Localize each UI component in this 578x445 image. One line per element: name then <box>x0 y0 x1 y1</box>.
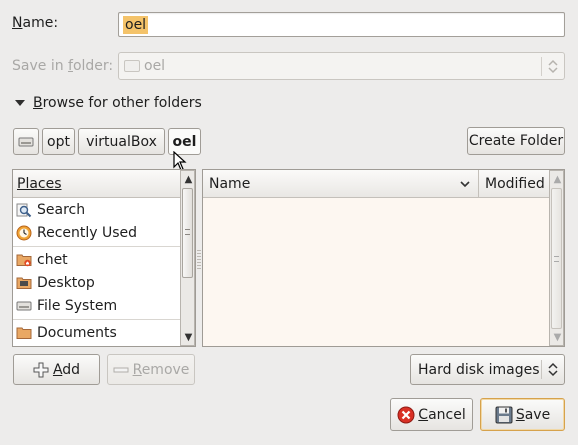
remove-label: Remove <box>132 361 190 378</box>
mouse-cursor-icon <box>173 151 187 171</box>
place-label: Search <box>37 201 86 218</box>
files-scrollbar[interactable]: ▲ ▼ <box>549 170 564 346</box>
remove-button[interactable]: Remove <box>107 354 195 385</box>
scrollbar-grip-icon <box>554 256 559 262</box>
files-header: Name Modified <box>203 170 549 198</box>
plus-icon <box>33 362 49 377</box>
list-item[interactable]: Search <box>13 198 85 221</box>
cancel-icon <box>397 406 415 423</box>
scroll-down-icon[interactable]: ▼ <box>550 330 564 344</box>
name-field[interactable]: oel <box>118 12 565 37</box>
list-item[interactable]: chet <box>13 248 68 271</box>
save-in-folder-value: oel <box>144 58 166 74</box>
drive-icon <box>15 298 33 314</box>
name-column-header[interactable]: Name <box>203 170 479 198</box>
path-root-button[interactable] <box>13 128 39 155</box>
save-button[interactable]: Save <box>480 398 565 431</box>
scroll-up-icon[interactable]: ▲ <box>550 172 564 186</box>
places-header[interactable]: Places <box>13 170 180 198</box>
places-panel[interactable]: Places Search Recently Used chet Desktop… <box>12 169 196 347</box>
places-separator <box>13 246 181 247</box>
drive-icon <box>18 137 34 146</box>
places-scrollbar[interactable]: ▲ ▼ <box>180 170 195 346</box>
place-label: chet <box>37 251 68 268</box>
path-button-oel-label: oel <box>172 133 197 150</box>
cancel-label: Cancel <box>418 406 466 423</box>
path-button-virtualbox[interactable]: virtualBox <box>78 128 165 155</box>
scroll-down-icon[interactable]: ▼ <box>181 330 195 344</box>
folder-icon <box>124 60 140 72</box>
places-header-label: Places <box>17 175 62 192</box>
add-label: Add <box>52 361 81 378</box>
place-label: Documents <box>37 324 117 341</box>
expander-down-icon <box>15 100 25 106</box>
save-in-folder-combo[interactable]: oel <box>118 52 565 80</box>
browse-label: Browse for other folders <box>33 95 202 111</box>
create-folder-button[interactable]: Create Folder <box>467 127 565 155</box>
desktop-icon <box>15 275 33 291</box>
list-item[interactable]: Recently Used <box>13 221 137 244</box>
files-panel[interactable]: Name Modified ▲ ▼ <box>202 169 565 347</box>
path-button-opt-label: opt <box>47 133 70 150</box>
scrollbar-grip-icon <box>185 229 190 235</box>
updown-arrows-icon <box>548 362 558 377</box>
place-label: File System <box>37 297 118 314</box>
list-item[interactable]: Documents <box>13 321 117 344</box>
modified-column-label: Modified <box>485 176 545 192</box>
place-label: Recently Used <box>37 224 138 241</box>
search-icon <box>15 202 33 218</box>
save-label: Save <box>515 406 551 423</box>
save-in-folder-label: Save in folder: <box>12 58 114 74</box>
home-folder-icon <box>15 252 33 268</box>
recent-icon <box>15 225 33 241</box>
browse-expander[interactable]: Browse for other folders <box>14 95 202 111</box>
name-label: Name: <box>12 15 59 31</box>
updown-arrows-icon <box>548 59 558 74</box>
list-item[interactable]: File System <box>13 294 117 317</box>
filter-value: Hard disk images <box>418 361 540 378</box>
chevron-down-icon <box>460 181 470 188</box>
combo-divider <box>541 57 542 76</box>
pane-divider[interactable] <box>197 250 201 270</box>
add-button[interactable]: Add <box>13 354 100 385</box>
filter-combo[interactable]: Hard disk images <box>410 354 565 385</box>
minus-icon <box>113 367 129 372</box>
scroll-up-icon[interactable]: ▲ <box>181 172 195 186</box>
path-button-opt[interactable]: opt <box>42 128 75 155</box>
name-column-label: Name <box>209 176 251 192</box>
cancel-button[interactable]: Cancel <box>390 398 473 431</box>
list-item[interactable]: Desktop <box>13 271 95 294</box>
modified-column-header[interactable]: Modified <box>480 170 549 198</box>
place-label: Desktop <box>37 274 95 291</box>
floppy-save-icon <box>495 406 513 423</box>
name-field-value: oel <box>123 16 149 34</box>
path-button-virtualbox-label: virtualBox <box>86 133 157 150</box>
places-separator <box>13 319 181 320</box>
folder-icon <box>15 325 33 341</box>
combo-divider <box>541 360 542 379</box>
create-folder-label: Create Folder <box>468 133 564 149</box>
